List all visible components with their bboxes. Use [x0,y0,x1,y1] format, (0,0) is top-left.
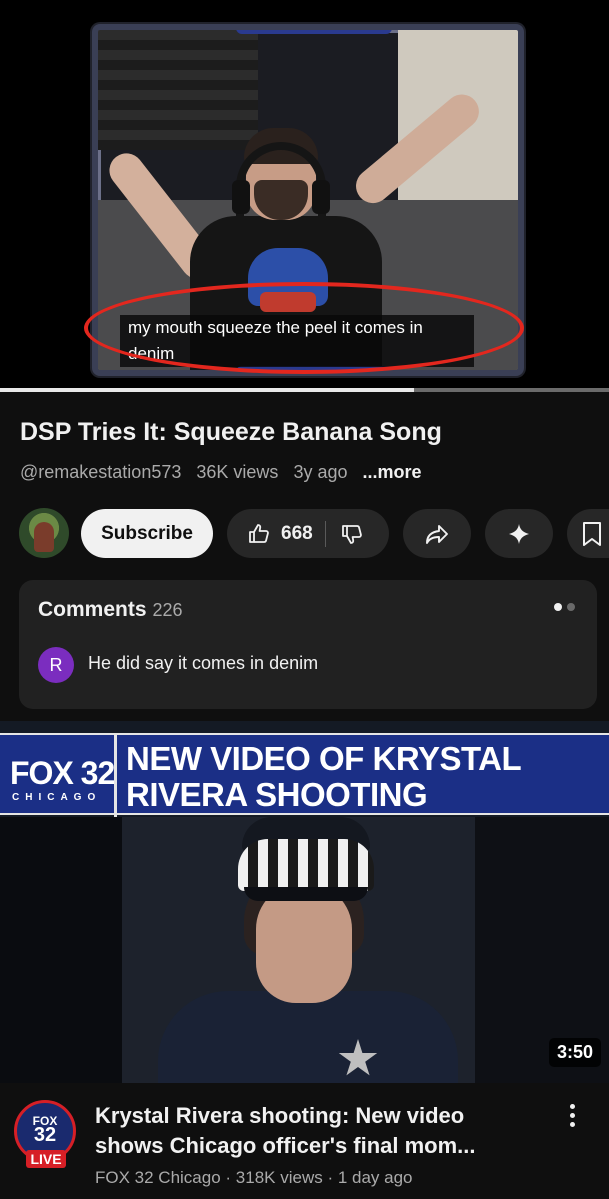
more-vert-icon[interactable] [564,1104,580,1134]
bookmark-icon [583,521,601,546]
channel-handle[interactable]: @remakestation573 [20,462,181,482]
commenter-avatar: R [38,647,74,683]
video-title[interactable]: DSP Tries It: Squeeze Banana Song [20,418,442,447]
comments-count: 226 [152,600,183,620]
thumbs-up-icon[interactable] [247,522,271,546]
top-comment-text: He did say it comes in denim [88,653,319,673]
comments-card[interactable]: Comments 226 R He did say it comes in den… [19,580,597,709]
next-channel-avatar[interactable]: FOX 32 LIVE [12,1100,82,1168]
like-divider [324,520,326,547]
live-badge: LIVE [26,1150,66,1168]
news-banner: FOX 32 CHICAGO NEW VIDEO OF KRYSTAL RIVE… [0,733,609,817]
comments-title: Comments [38,598,147,621]
ask-ai-button[interactable] [485,509,553,558]
next-video-thumbnail[interactable]: FOX 32 CHICAGO NEW VIDEO OF KRYSTAL RIVE… [0,721,609,1083]
thumbs-down-icon[interactable] [340,522,364,546]
channel-avatar[interactable] [19,508,69,558]
comments-header: Comments 226 [38,598,183,622]
like-count: 668 [281,522,313,544]
sparkle-icon [509,523,529,544]
next-video-meta: FOX 32 Chicago · 318K views · 1 day ago [95,1168,413,1187]
fox32-logo: FOX 32 [10,755,115,791]
carousel-dots [554,603,575,611]
subscribe-button[interactable]: Subscribe [81,509,213,558]
action-row: Subscribe 668 [0,508,609,560]
more-link[interactable]: ...more [363,462,422,482]
duration-badge: 3:50 [548,1038,601,1067]
progress-fill [0,388,415,392]
upload-age: 3y ago [293,462,348,482]
share-icon [426,524,448,544]
view-count: 36K views [196,462,279,482]
banner-headline: NEW VIDEO OF KRYSTAL RIVERA SHOOTING [126,740,522,813]
video-meta[interactable]: @remakestation573 36K views 3y ago ...mo… [20,462,432,483]
share-button[interactable] [403,509,471,558]
next-video-title[interactable]: Krystal Rivera shooting: New video shows… [95,1101,535,1161]
like-dislike-button[interactable]: 668 [227,509,389,558]
annotation-ellipse [84,282,524,374]
fox32-city: CHICAGO [12,792,102,803]
video-player[interactable]: my mouth squeeze the peel it comes in de… [0,0,609,392]
save-button[interactable] [567,509,609,558]
progress-bar[interactable] [0,388,609,392]
